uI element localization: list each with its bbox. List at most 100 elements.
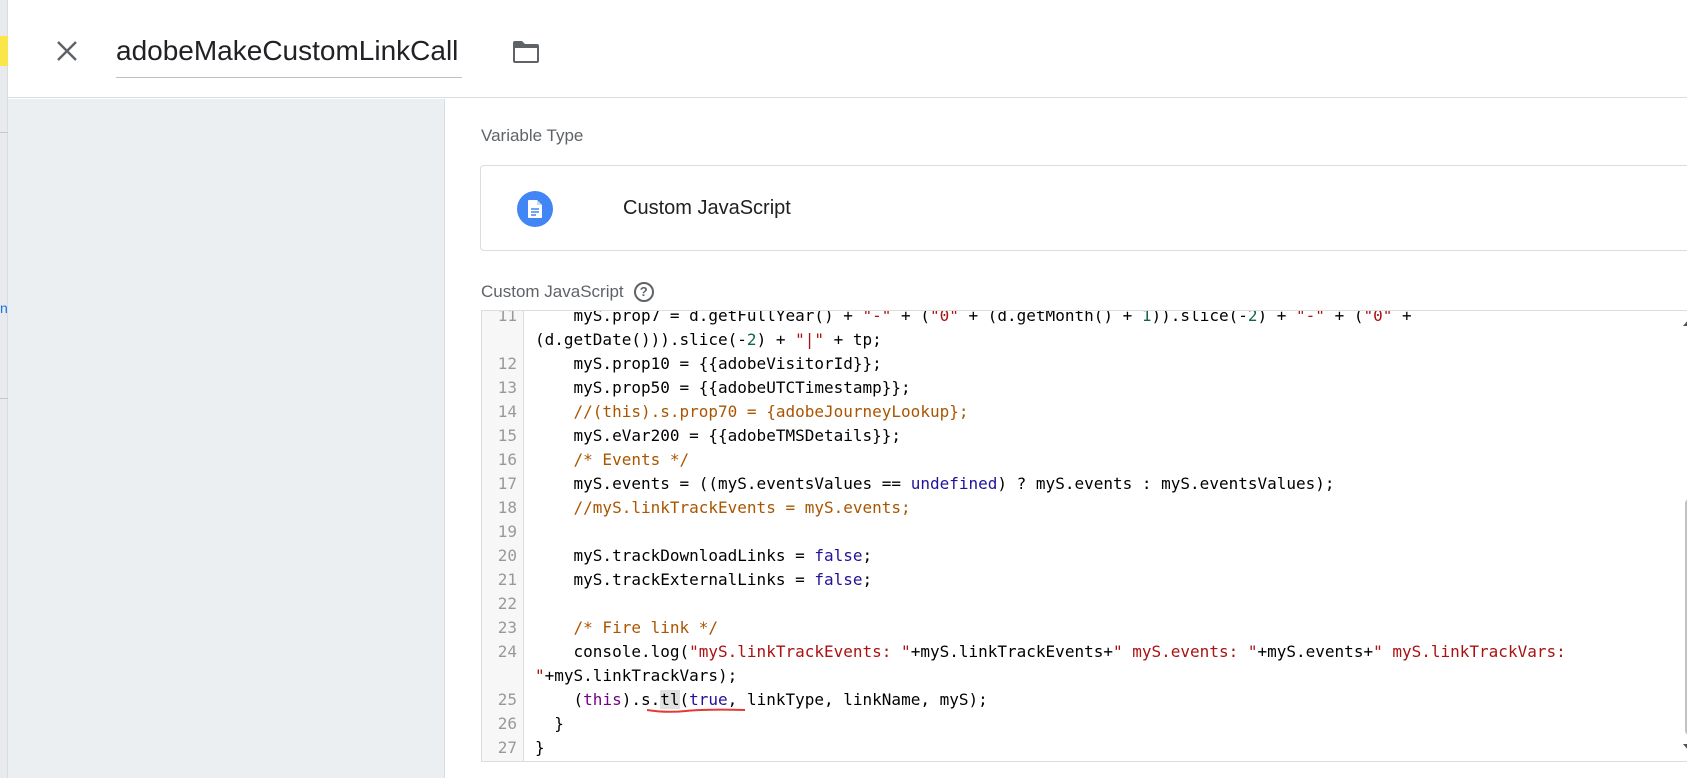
code-token: 2: [1247, 310, 1258, 325]
code-token: (: [535, 690, 584, 709]
code-token: (d.getDate())).slice(-: [535, 330, 747, 349]
code-line[interactable]: 18 //myS.linkTrackEvents = myS.events;: [482, 496, 1662, 520]
code-text: //myS.linkTrackEvents = myS.events;: [535, 496, 911, 520]
folder-button[interactable]: [508, 36, 544, 68]
code-line[interactable]: 19: [482, 520, 1662, 544]
code-token: /* Fire link */: [573, 618, 719, 637]
code-token: +myS.linkTrackEvents+: [910, 642, 1113, 661]
line-number: 16: [497, 450, 517, 469]
code-token: false: [814, 570, 863, 589]
line-number: 17: [497, 474, 517, 493]
code-line[interactable]: "+myS.linkTrackVars);: [482, 664, 1662, 688]
code-line[interactable]: 22: [482, 592, 1662, 616]
code-line[interactable]: 24 console.log("myS.linkTrackEvents: "+m…: [482, 640, 1662, 664]
code-token: + (: [891, 310, 930, 325]
code-text: }: [535, 736, 545, 760]
line-number: 22: [497, 594, 517, 613]
code-token: "|": [795, 330, 824, 349]
code-line[interactable]: 15 myS.eVar200 = {{adobeTMSDetails}};: [482, 424, 1662, 448]
line-number: 23: [497, 618, 517, 637]
code-line[interactable]: 17 myS.events = ((myS.eventsValues == un…: [482, 472, 1662, 496]
code-line[interactable]: 25 (this).s.tl(true, linkType, linkName,…: [482, 688, 1662, 713]
background-panel-edge: n: [0, 0, 8, 778]
partial-text: n: [0, 300, 8, 316]
code-line[interactable]: 14 //(this).s.prop70 = {adobeJourneyLook…: [482, 400, 1662, 424]
code-text: myS.trackExternalLinks = false;: [535, 568, 873, 592]
code-text: myS.prop7 = d.getFullYear() + "-" + ("0"…: [535, 310, 1412, 328]
close-icon: [57, 41, 77, 61]
code-token: /* Events */: [573, 450, 690, 469]
code-line[interactable]: 20 myS.trackDownloadLinks = false;: [482, 544, 1662, 568]
code-editor[interactable]: 11 myS.prop7 = d.getFullYear() + "-" + (…: [481, 310, 1687, 762]
code-line[interactable]: 12 myS.prop10 = {{adobeVisitorId}};: [482, 352, 1662, 376]
line-number: 25: [497, 690, 517, 709]
code-token: //myS.linkTrackEvents = myS.events;: [573, 498, 911, 517]
code-token: myS.prop10 = {{adobeVisitorId}};: [535, 354, 882, 373]
code-line[interactable]: 21 myS.trackExternalLinks = false;: [482, 568, 1662, 592]
code-text: (d.getDate())).slice(-2) + "|" + tp;: [535, 328, 882, 352]
code-text: (this).s.tl(true, linkType, linkName, my…: [535, 688, 988, 712]
code-text: myS.eVar200 = {{adobeTMSDetails}};: [535, 424, 902, 448]
code-line[interactable]: 16 /* Events */: [482, 448, 1662, 472]
help-icon[interactable]: ?: [633, 282, 654, 302]
document-icon: [517, 191, 553, 227]
variable-type-card[interactable]: Custom JavaScript: [480, 165, 1687, 251]
code-line[interactable]: 26 }: [482, 712, 1662, 736]
line-number: 20: [497, 546, 517, 565]
code-token: + (: [1324, 310, 1364, 325]
line-number: 19: [497, 522, 517, 541]
code-token: myS.trackExternalLinks =: [535, 570, 815, 589]
line-number: 14: [497, 402, 517, 421]
code-token: "-": [862, 310, 892, 325]
code-token: //(this).s.prop70 = {adobeJourneyLookup}…: [573, 402, 969, 421]
code-text: myS.trackDownloadLinks = false;: [535, 544, 873, 568]
main-panel: Variable Type Custom JavaScript Custom J…: [446, 99, 1687, 778]
folder-icon: [513, 41, 539, 63]
code-line[interactable]: 13 myS.prop50 = {{adobeUTCTimestamp}};: [482, 376, 1662, 400]
code-text: /* Fire link */: [535, 616, 719, 640]
code-token: ": [535, 666, 545, 685]
scroll-down-arrow-icon[interactable]: [1683, 744, 1687, 751]
scroll-up-arrow-icon[interactable]: [1683, 319, 1687, 326]
code-token: +: [1392, 310, 1412, 325]
variable-name-input[interactable]: adobeMakeCustomLinkCall: [116, 30, 463, 78]
code-line[interactable]: 27}: [482, 736, 1662, 760]
code-token: + tp;: [824, 330, 882, 349]
line-number: 27: [497, 738, 517, 757]
code-line[interactable]: 11 myS.prop7 = d.getFullYear() + "-" + (…: [482, 310, 1662, 328]
code-token: myS.prop7 = d.getFullYear() +: [535, 310, 863, 325]
code-token: , linkType, linkName, myS);: [727, 690, 988, 709]
code-line[interactable]: (d.getDate())).slice(-2) + "|" + tp;: [482, 328, 1662, 352]
code-token: false: [814, 546, 863, 565]
code-text: myS.prop50 = {{adobeUTCTimestamp}};: [535, 376, 911, 400]
code-section-label: Custom JavaScript ?: [481, 282, 654, 302]
header: adobeMakeCustomLinkCall: [8, 0, 1687, 98]
code-token: " myS.linkTrackVars:: [1373, 642, 1566, 661]
code-token: 2: [746, 330, 757, 349]
editor-scrollbar[interactable]: [1680, 311, 1687, 761]
line-number: 12: [497, 354, 517, 373]
code-lines[interactable]: 11 myS.prop7 = d.getFullYear() + "-" + (…: [482, 310, 1662, 760]
divider: [0, 398, 8, 399]
close-button[interactable]: [46, 30, 88, 72]
variable-type-label: Variable Type: [481, 126, 584, 145]
code-token: ) +: [1257, 310, 1297, 325]
code-text: myS.events = ((myS.eventsValues == undef…: [535, 472, 1335, 496]
line-number: 11: [497, 310, 517, 325]
code-token: + (d.getMonth() +: [958, 310, 1142, 325]
code-token: +myS.events+: [1257, 642, 1374, 661]
code-token: undefined: [910, 474, 998, 493]
sidebar: [8, 99, 445, 778]
line-number: 18: [497, 498, 517, 517]
code-token: myS.prop50 = {{adobeUTCTimestamp}};: [535, 378, 911, 397]
code-text: myS.prop10 = {{adobeVisitorId}};: [535, 352, 882, 376]
code-token: }: [535, 738, 545, 757]
code-text: }: [535, 712, 564, 736]
code-text: /* Events */: [535, 448, 690, 472]
code-text: "+myS.linkTrackVars);: [535, 664, 737, 688]
code-line[interactable]: 23 /* Fire link */: [482, 616, 1662, 640]
code-token: 1: [1141, 310, 1152, 325]
code-token: "-": [1296, 310, 1325, 325]
